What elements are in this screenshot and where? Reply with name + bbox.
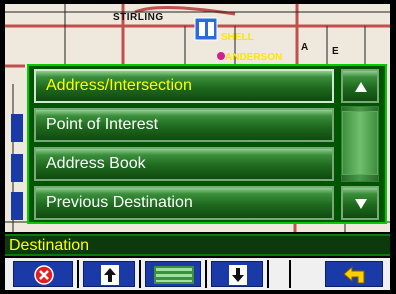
navigation-screen: STIRLING SHELL ANDERSON A E Address/Inte… (5, 4, 390, 290)
list-button[interactable] (145, 261, 201, 287)
street-label-a: A (301, 42, 309, 53)
triangle-up-icon (355, 82, 367, 92)
triangle-down-icon (355, 199, 367, 209)
status-bar: Destination (5, 234, 390, 256)
cancel-button[interactable] (13, 261, 73, 287)
toolbar-divider (77, 260, 79, 288)
menu-item-address-book[interactable]: Address Book (34, 147, 334, 181)
cancel-x-icon (34, 265, 54, 285)
scrollbar-thumb[interactable] (342, 111, 378, 175)
toolbar-divider (205, 260, 207, 288)
scrollbar-track[interactable] (341, 106, 379, 182)
menu-item-previous-destination[interactable]: Previous Destination (34, 186, 334, 220)
menu-item-label: Previous Destination (46, 194, 193, 211)
street-label-e: E (332, 46, 340, 57)
toolbar-divider (289, 260, 291, 288)
menu-item-point-of-interest[interactable]: Point of Interest (34, 108, 334, 142)
poi-gas-station-icon (194, 17, 218, 41)
page-up-button[interactable] (83, 261, 135, 287)
toolbar-divider (267, 260, 269, 288)
poi-label-shell: SHELL (221, 32, 254, 43)
screen-title: Destination (9, 237, 90, 254)
menu-item-label: Address/Intersection (46, 77, 192, 94)
menu-item-address-intersection[interactable]: Address/Intersection (34, 69, 334, 103)
bottom-toolbar (5, 258, 390, 290)
list-lines-icon (154, 266, 194, 284)
page-down-arrow-icon (229, 265, 247, 285)
street-label-stirling: STIRLING (113, 12, 164, 23)
device-frame: STIRLING SHELL ANDERSON A E Address/Inte… (0, 0, 396, 294)
page-down-button[interactable] (211, 261, 263, 287)
scroll-up-button[interactable] (341, 69, 379, 103)
menu-item-label: Point of Interest (46, 116, 159, 133)
poi-label-anderson: ANDERSON (225, 52, 283, 63)
scroll-down-button[interactable] (341, 186, 379, 220)
back-arrow-icon (343, 265, 365, 284)
menu-item-label: Address Book (46, 155, 146, 172)
destination-menu: Address/Intersection Point of Interest A… (27, 64, 387, 224)
page-up-arrow-icon (101, 265, 119, 285)
back-button[interactable] (325, 261, 383, 287)
toolbar-divider (139, 260, 141, 288)
